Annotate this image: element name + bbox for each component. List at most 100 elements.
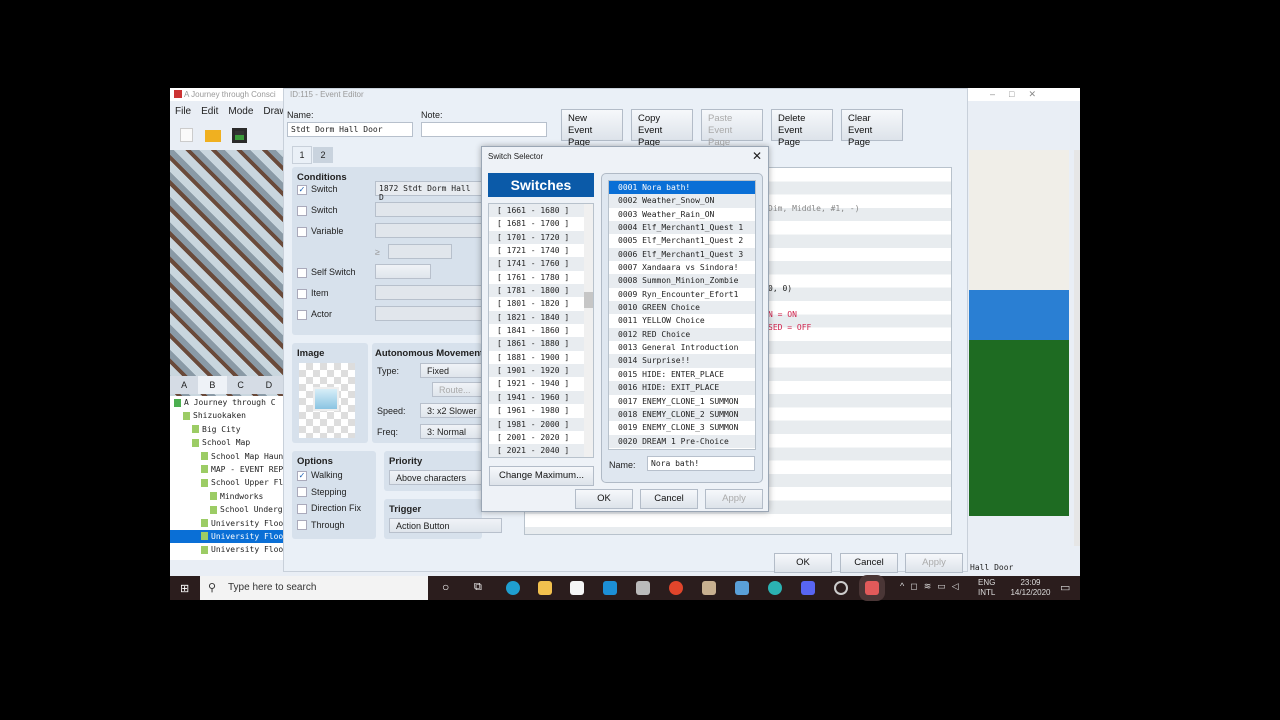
- dialog-apply-button[interactable]: Apply: [705, 489, 763, 509]
- notifications-icon[interactable]: ▭: [1060, 581, 1070, 594]
- map-tree-item[interactable]: Mindworks: [170, 490, 283, 503]
- range-item[interactable]: [ 1761 - 1780 ]: [489, 271, 593, 284]
- condition-value[interactable]: [375, 264, 431, 279]
- tile-tab-b[interactable]: B: [198, 376, 227, 394]
- menu-file[interactable]: File: [175, 106, 191, 117]
- close-icon[interactable]: ✕: [752, 149, 762, 163]
- range-item[interactable]: [ 1981 - 2000 ]: [489, 417, 593, 431]
- switch-name-input[interactable]: Nora bath!: [647, 456, 755, 471]
- tile-tab-d[interactable]: D: [255, 376, 283, 394]
- range-item[interactable]: [ 1881 - 1900 ]: [489, 351, 593, 364]
- switch-item[interactable]: 0016 HIDE: EXIT_PLACE: [609, 381, 755, 395]
- editor-cancel-button[interactable]: Cancel: [840, 553, 898, 573]
- map-tree-item[interactable]: School Upper Fl: [170, 476, 283, 489]
- condition-value[interactable]: [375, 306, 483, 321]
- discord-icon[interactable]: [801, 581, 815, 595]
- map-tree-item[interactable]: University Floo: [170, 529, 283, 544]
- switch-item[interactable]: 0001 Nora bath!: [609, 181, 755, 195]
- map-tree-item[interactable]: School Undergr: [170, 503, 283, 516]
- switch-item[interactable]: 0003 Weather_Rain_ON: [609, 208, 755, 221]
- page-tab-2[interactable]: 2: [313, 147, 333, 163]
- mail-icon[interactable]: [603, 581, 617, 595]
- windows-start-icon[interactable]: ⊞: [180, 582, 189, 595]
- save-icon[interactable]: [232, 128, 247, 143]
- editor-apply-button[interactable]: Apply: [905, 553, 963, 573]
- range-item[interactable]: [ 1961 - 1980 ]: [489, 404, 593, 417]
- checkbox[interactable]: [297, 288, 307, 299]
- map-scrollbar[interactable]: [1074, 150, 1080, 546]
- range-item[interactable]: [ 1741 - 1760 ]: [489, 257, 593, 271]
- event-page-button-paste[interactable]: Paste Event Page: [701, 109, 763, 148]
- option-direction-fix[interactable]: Direction Fix: [297, 503, 361, 514]
- condition-value[interactable]: 1872 Stdt Dorm Hall D: [375, 181, 483, 202]
- checkbox[interactable]: [297, 503, 307, 514]
- map-tree-item[interactable]: Big City: [170, 423, 283, 436]
- menu-edit[interactable]: Edit: [201, 106, 218, 117]
- condition-value[interactable]: [375, 285, 483, 300]
- switch-item[interactable]: 0007 Xandaara vs Sindora!: [609, 261, 755, 274]
- checkbox[interactable]: [297, 226, 307, 237]
- switch-item[interactable]: 0020 DREAM 1 Pre-Choice: [609, 434, 755, 448]
- editor-ok-button[interactable]: OK: [774, 553, 832, 573]
- cortana-icon[interactable]: ○: [442, 580, 449, 594]
- obs-icon[interactable]: [834, 581, 848, 595]
- map-tree-item[interactable]: University Floo: [170, 517, 283, 530]
- switch-item[interactable]: 0015 HIDE: ENTER_PLACE: [609, 368, 755, 381]
- event-page-button-new[interactable]: New Event Page: [561, 109, 623, 148]
- range-item[interactable]: [ 1701 - 1720 ]: [489, 230, 593, 245]
- change-maximum-button[interactable]: Change Maximum...: [489, 466, 594, 486]
- speed-dropdown[interactable]: 3: x2 Slower: [420, 403, 482, 418]
- map-tree-item[interactable]: Shizuokaken: [170, 409, 283, 422]
- app-icon[interactable]: [768, 581, 782, 595]
- dialog-ok-button[interactable]: OK: [575, 489, 633, 509]
- store-icon[interactable]: [570, 581, 584, 595]
- range-item[interactable]: [ 1781 - 1800 ]: [489, 284, 593, 298]
- switch-item[interactable]: 0012 RED Choice: [609, 327, 755, 342]
- system-tray-icons[interactable]: ^◻≋▭◁: [900, 581, 965, 592]
- tile-tab-c[interactable]: C: [227, 376, 255, 394]
- clock[interactable]: 23:09 14/12/2020: [1008, 578, 1053, 598]
- event-name-input[interactable]: Stdt Dorm Hall Door: [287, 122, 413, 137]
- task-view-icon[interactable]: ⧉: [474, 581, 482, 594]
- route-button[interactable]: Route...: [432, 382, 482, 397]
- switch-item[interactable]: 0014 Surprise!!: [609, 354, 755, 368]
- switch-item[interactable]: 0006 Elf_Merchant1_Quest 3: [609, 247, 755, 262]
- switch-item[interactable]: 0008 Summon_Minion_Zombie: [609, 274, 755, 288]
- range-item[interactable]: [ 1661 - 1680 ]: [489, 204, 593, 218]
- dialog-cancel-button[interactable]: Cancel: [640, 489, 698, 509]
- note-input[interactable]: [421, 122, 547, 137]
- range-list[interactable]: [ 1661 - 1680 ][ 1681 - 1700 ][ 1701 - 1…: [488, 203, 594, 458]
- switch-item[interactable]: 0011 YELLOW Choice: [609, 314, 755, 327]
- map-tree-item[interactable]: University Floo: [170, 543, 283, 556]
- condition-value[interactable]: [375, 202, 483, 217]
- range-scrollbar[interactable]: [584, 204, 593, 457]
- range-item[interactable]: [ 2021 - 2040 ]: [489, 444, 593, 457]
- event-page-button-clear[interactable]: Clear Event Page: [841, 109, 903, 148]
- checkbox[interactable]: [297, 205, 307, 216]
- language-indicator[interactable]: ENG INTL: [978, 578, 995, 598]
- checkbox[interactable]: ✓: [297, 184, 307, 195]
- priority-dropdown[interactable]: Above characters: [389, 470, 482, 485]
- range-item[interactable]: [ 1841 - 1860 ]: [489, 324, 593, 337]
- switch-item[interactable]: 0009 Ryn_Encounter_Efort1: [609, 288, 755, 301]
- switch-item[interactable]: 0013 General Introduction: [609, 341, 755, 354]
- map-tree-item[interactable]: School Map Haun: [170, 450, 283, 463]
- file-explorer-icon[interactable]: [538, 581, 552, 595]
- range-item[interactable]: [ 1721 - 1740 ]: [489, 244, 593, 257]
- range-item[interactable]: [ 1861 - 1880 ]: [489, 337, 593, 351]
- checkbox[interactable]: [297, 309, 307, 320]
- new-icon[interactable]: [180, 128, 193, 142]
- option-through[interactable]: Through: [297, 520, 345, 531]
- map-canvas[interactable]: [969, 150, 1069, 516]
- range-item[interactable]: [ 1901 - 1920 ]: [489, 364, 593, 378]
- event-image[interactable]: [299, 363, 355, 438]
- condition-value[interactable]: [375, 223, 483, 238]
- checkbox[interactable]: [297, 520, 307, 531]
- map-tree-item[interactable]: School Map: [170, 436, 283, 449]
- switch-item[interactable]: 0002 Weather_Snow_ON: [609, 194, 755, 208]
- option-walking[interactable]: ✓ Walking: [297, 470, 343, 481]
- calculator-icon[interactable]: [735, 581, 749, 595]
- menu-mode[interactable]: Mode: [228, 106, 253, 117]
- map-tree-item[interactable]: A Journey through C: [170, 396, 283, 409]
- window-controls[interactable]: –□✕: [990, 89, 1050, 100]
